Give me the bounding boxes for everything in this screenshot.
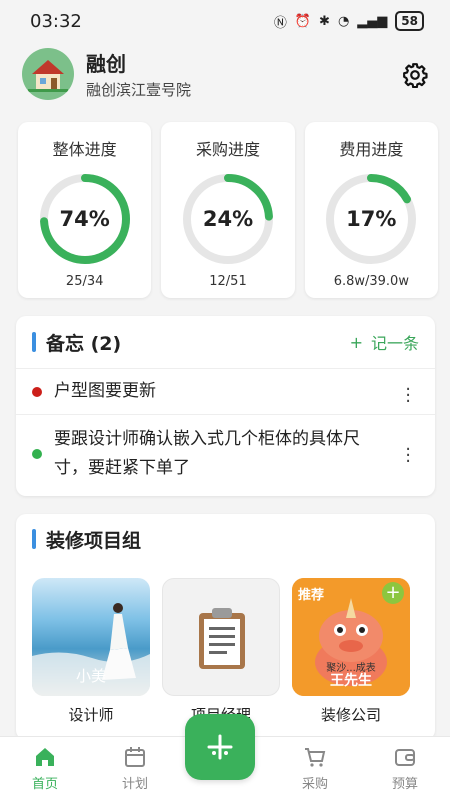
progress-detail: 12/51	[209, 274, 247, 289]
more-vertical-icon[interactable]: · · ·	[405, 441, 411, 471]
add-plus-icon[interactable]: +	[382, 582, 404, 604]
progress-percent: 74%	[59, 207, 110, 231]
bluetooth-icon: ✱	[319, 13, 330, 29]
member-role: 设计师	[68, 706, 114, 724]
progress-card-title: 采购进度	[195, 140, 260, 159]
renovation-company-image: 推荐 + 聚沙...成表 王先生	[292, 578, 410, 696]
memo-text: 户型图要更新	[54, 381, 156, 401]
tab-label: 预算	[391, 777, 418, 792]
battery-indicator: 58	[395, 11, 424, 31]
alarm-icon: ⏰	[294, 13, 312, 29]
progress-cards: 整体进度 74% 25/34 采购进度 24% 12/51 费用进度 17% 6…	[18, 122, 438, 298]
progress-percent: 17%	[346, 207, 397, 231]
cost-progress-card[interactable]: 费用进度 17% 6.8w/39.0w	[304, 122, 438, 298]
plus-icon: +	[349, 332, 363, 352]
tab-home[interactable]: 首页	[0, 737, 90, 800]
memo-card: 备忘 (2) + 记一条 户型图要更新 · · · 要跟设计师确认嵌入式几个柜体的具…	[16, 316, 435, 496]
project-title: 融创	[86, 52, 126, 76]
member-project-manager[interactable]: 项目经理	[162, 578, 280, 725]
member-name-overlay: 王先生	[330, 673, 372, 689]
project-group-card: 装修项目组 小美 设计师 推荐 + 聚沙...成表 王先生 装修公司	[16, 514, 435, 740]
designer-photo: 小美	[32, 578, 150, 696]
wifi-icon: ◔	[337, 13, 350, 29]
plus-icon	[207, 734, 233, 760]
tab-plan[interactable]: 计划	[90, 737, 180, 800]
project-avatar[interactable]	[22, 48, 74, 100]
member-renovation-company[interactable]: 推荐 + 聚沙...成表 王先生 装修公司	[292, 578, 410, 725]
overall-progress-card[interactable]: 整体进度 74% 25/34	[18, 122, 152, 298]
clock: 03:32	[30, 10, 82, 32]
memo-item[interactable]: 要跟设计师确认嵌入式几个柜体的具体尺寸，要赶紧下单了 · · ·	[16, 414, 435, 496]
progress-detail: 25/34	[65, 274, 104, 289]
wallet-icon	[395, 749, 415, 766]
tab-label: 采购	[301, 777, 328, 792]
clipboard-icon	[199, 608, 245, 669]
member-name-overlay: 小美	[75, 667, 106, 685]
home-icon	[36, 748, 54, 766]
member-role: 装修公司	[320, 706, 381, 724]
project-manager-placeholder	[162, 578, 280, 696]
red-dot-icon	[32, 386, 42, 397]
progress-ring: 17%	[322, 170, 420, 268]
section-accent-bar	[32, 332, 36, 352]
progress-ring: 74%	[36, 170, 134, 268]
house-icon	[28, 60, 68, 92]
tab-label: 计划	[121, 777, 148, 792]
signal-icon: ▂▄▆	[357, 13, 388, 29]
memo-item[interactable]: 户型图要更新 · · ·	[16, 368, 435, 414]
group-title: 装修项目组	[46, 529, 142, 552]
tab-purchase[interactable]: 采购	[270, 737, 360, 800]
nfc-icon: Ⓝ	[273, 15, 287, 31]
progress-card-title: 费用进度	[339, 140, 404, 159]
shopping-cart-icon	[305, 748, 326, 767]
section-accent-bar	[32, 529, 36, 549]
calendar-icon	[125, 747, 145, 767]
purchase-progress-card[interactable]: 采购进度 24% 12/51	[161, 122, 295, 298]
add-memo-label: 记一条	[370, 334, 419, 353]
add-memo-button[interactable]: + 记一条	[350, 330, 419, 354]
green-dot-icon	[32, 449, 42, 459]
progress-card-title: 整体进度	[52, 140, 117, 159]
more-vertical-icon[interactable]: · · ·	[405, 381, 411, 411]
memo-title: 备忘 (2)	[46, 332, 122, 355]
member-designer[interactable]: 小美 设计师	[32, 578, 150, 725]
memo-text: 要跟设计师确认嵌入式几个柜体的具体尺寸，要赶紧下单了	[54, 429, 360, 478]
tab-budget[interactable]: 预算	[360, 737, 450, 800]
progress-detail: 6.8w/39.0w	[333, 274, 409, 289]
status-bar: 03:32 Ⓝ ⏰ ✱ ◔ ▂▄▆ 58	[0, 0, 450, 42]
add-fab-button[interactable]	[185, 714, 255, 780]
settings-gear-icon[interactable]	[402, 62, 428, 88]
project-header: 融创 融创滨江壹号院	[0, 42, 450, 106]
status-icons: Ⓝ ⏰ ✱ ◔ ▂▄▆ 58	[274, 11, 424, 31]
progress-ring: 24%	[179, 170, 277, 268]
tab-label: 首页	[31, 777, 58, 792]
progress-percent: 24%	[202, 207, 254, 231]
project-subtitle: 融创滨江壹号院	[86, 81, 192, 99]
recommend-badge: 推荐	[298, 588, 325, 603]
